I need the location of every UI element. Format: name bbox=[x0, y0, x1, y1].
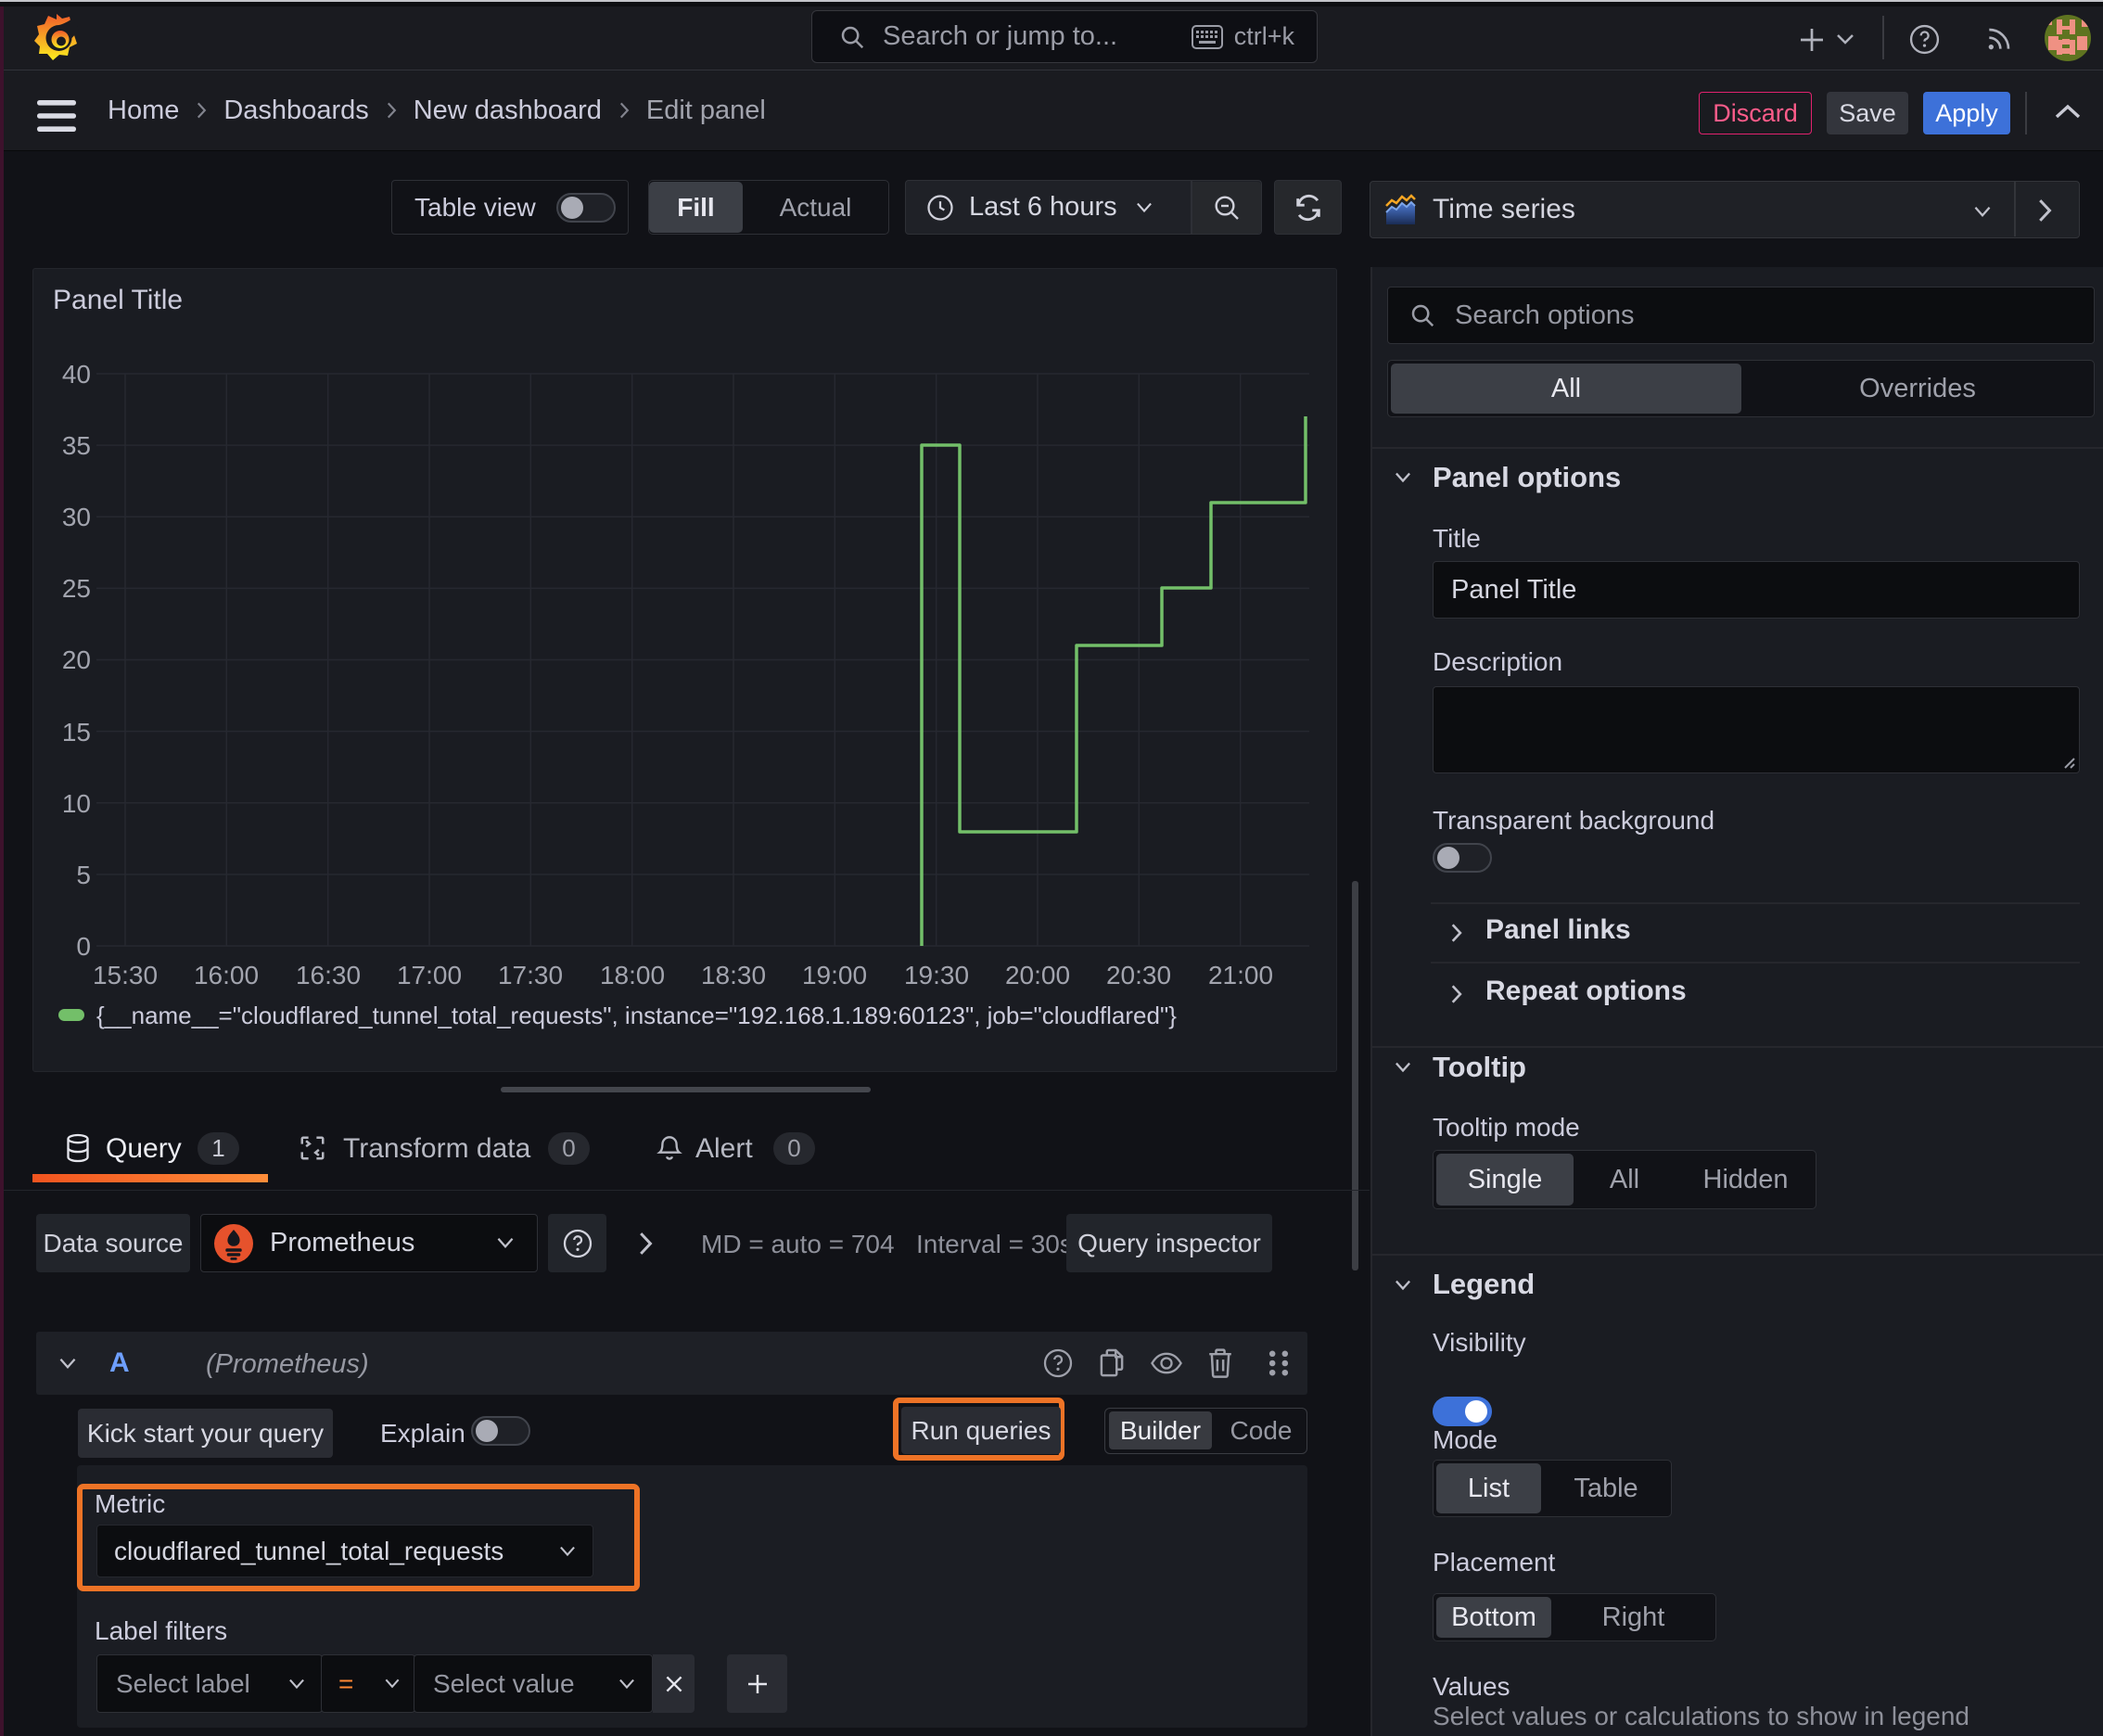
svg-text:25: 25 bbox=[62, 574, 91, 603]
svg-text:18:00: 18:00 bbox=[600, 961, 665, 989]
svg-text:40: 40 bbox=[62, 360, 91, 389]
svg-text:0: 0 bbox=[76, 932, 91, 961]
svg-text:10: 10 bbox=[62, 789, 91, 818]
svg-text:21:00: 21:00 bbox=[1208, 961, 1273, 989]
svg-text:20:30: 20:30 bbox=[1106, 961, 1171, 989]
svg-text:20: 20 bbox=[62, 645, 91, 674]
svg-text:18:30: 18:30 bbox=[701, 961, 766, 989]
svg-text:15: 15 bbox=[62, 718, 91, 747]
svg-text:16:30: 16:30 bbox=[296, 961, 361, 989]
svg-text:17:30: 17:30 bbox=[498, 961, 563, 989]
svg-text:30: 30 bbox=[62, 503, 91, 531]
svg-text:19:00: 19:00 bbox=[802, 961, 867, 989]
svg-text:19:30: 19:30 bbox=[904, 961, 969, 989]
svg-text:5: 5 bbox=[76, 861, 91, 889]
svg-text:35: 35 bbox=[62, 431, 91, 460]
svg-text:17:00: 17:00 bbox=[397, 961, 462, 989]
svg-text:16:00: 16:00 bbox=[194, 961, 259, 989]
svg-text:15:30: 15:30 bbox=[93, 961, 158, 989]
svg-text:20:00: 20:00 bbox=[1005, 961, 1070, 989]
